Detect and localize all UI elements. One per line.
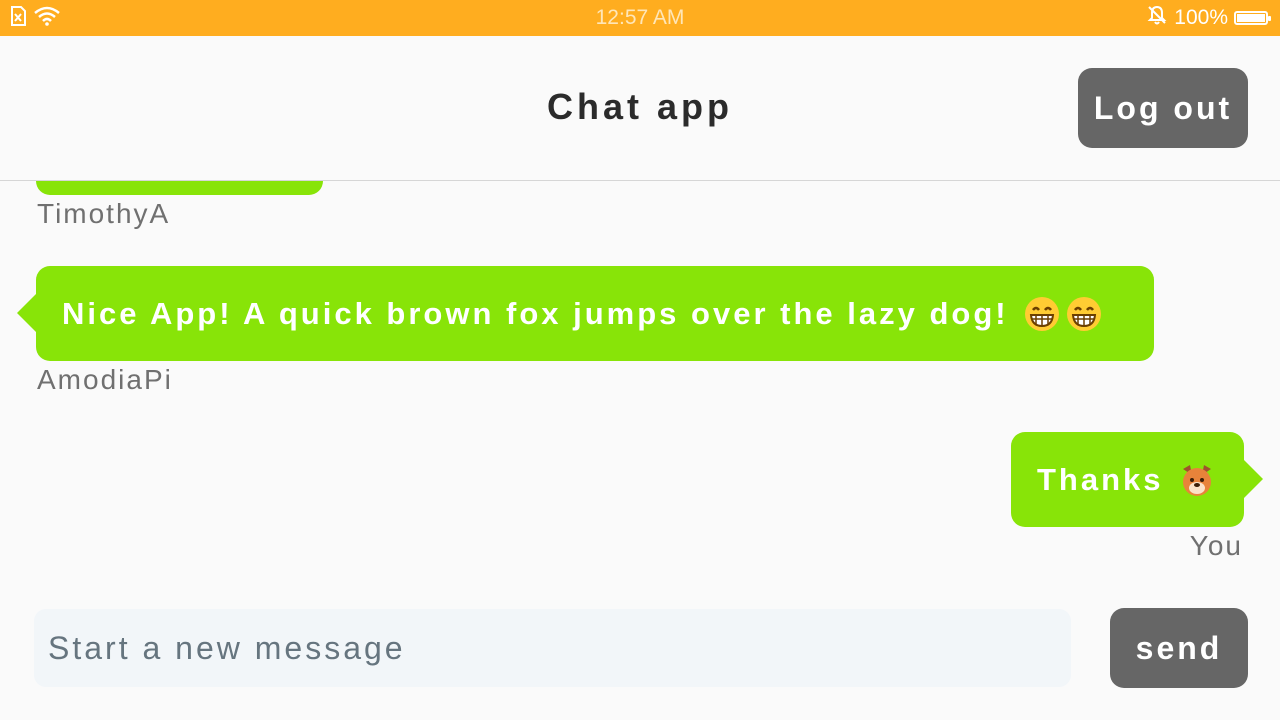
message-text: Nice App! A quick brown fox jumps over t… [62, 295, 1009, 331]
status-bar: 12:57 AM 100% [0, 0, 1280, 36]
message-text: Thanks [1037, 461, 1164, 497]
message-sender: You [1189, 530, 1243, 561]
battery-icon [1234, 11, 1271, 25]
battery-percent: 100% [1174, 6, 1228, 29]
grinning-face-emoji [1023, 295, 1061, 333]
message-sender: AmodiaPi [37, 364, 173, 395]
send-button[interactable]: send [1110, 608, 1248, 688]
logout-button[interactable]: Log out [1078, 68, 1248, 148]
message-sender: TimothyA [37, 198, 171, 229]
app-header: Chat app Log out [0, 36, 1280, 181]
message-input[interactable] [34, 609, 1071, 687]
mute-icon [1146, 4, 1168, 32]
message-list[interactable]: TimothyA Nice App! A quick brown fox jum… [0, 181, 1280, 601]
status-right-icons: 100% [1146, 4, 1271, 32]
dog-face-emoji [1178, 461, 1216, 499]
grinning-face-emoji [1065, 295, 1103, 333]
message-bubble: Nice App! A quick brown fox jumps over t… [17, 266, 1154, 361]
message-bubble [36, 181, 323, 195]
status-time: 12:57 AM [595, 6, 685, 29]
message-bubble: Thanks [1011, 432, 1263, 527]
